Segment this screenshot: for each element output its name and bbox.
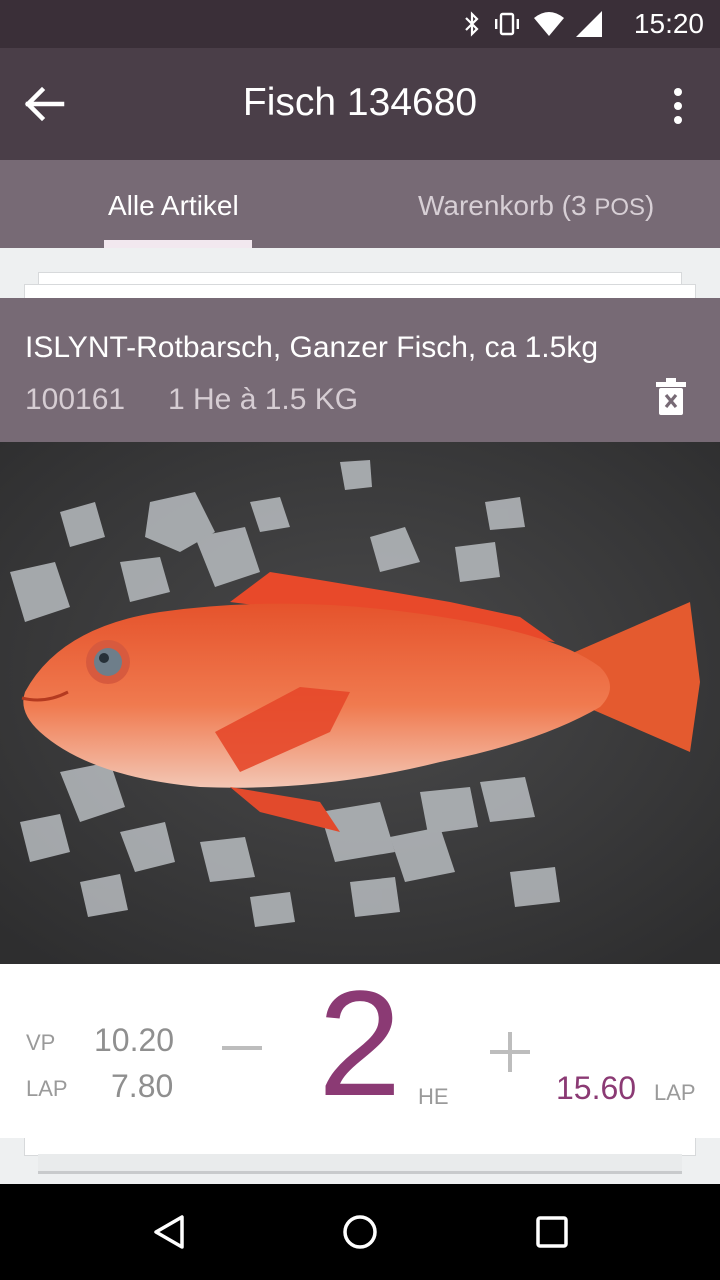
nav-recents-button[interactable] [532,1212,572,1252]
nav-back-icon [154,1215,184,1249]
tab-cart-pos: POS [594,194,646,221]
plus-icon-vertical [508,1032,512,1072]
article-name: ISLYNT-Rotbarsch, Ganzer Fisch, ca 1.5kg [25,331,599,364]
tab-bar: Alle Artikel Warenkorb (3 POS) [0,160,720,248]
status-icons [464,10,602,38]
page-title: Fisch 134680 [242,81,478,124]
cell-signal-icon [576,11,602,37]
article-number: 100161 [25,383,126,416]
quantity-unit: HE [418,1084,449,1109]
order-panel: VP 10.20 LAP 7.80 2 HE 15.60 LAP [0,959,720,1138]
more-vertical-icon [674,88,682,124]
lap-price: 7.80 [111,1068,174,1104]
product-photo [0,442,720,964]
app-bar: Fisch 134680 [0,48,720,160]
delete-icon [656,378,686,415]
bluetooth-icon [465,11,479,37]
vp-label: VP [26,1030,56,1055]
tab-cart-close: ) [645,190,655,221]
status-time: 15:20 [633,8,704,39]
nav-home-button[interactable] [340,1212,380,1252]
tab-cart-label: Warenkorb (3 [418,190,595,221]
tab-indicator [104,240,252,248]
vibrate-icon [495,12,519,36]
vp-price: 10.20 [94,1022,175,1058]
nav-home-icon [343,1215,377,1249]
card-stack-below-2 [38,1154,682,1174]
status-bar: 15:20 [0,0,720,48]
overflow-menu-button[interactable] [666,86,690,126]
total-label: LAP [654,1080,696,1105]
quantity-value[interactable]: 2 [318,958,401,1128]
tab-cart[interactable]: Warenkorb (3 POS) [418,188,654,224]
nav-recents-icon [536,1216,568,1248]
nav-back-button[interactable] [150,1212,190,1252]
total-price: 15.60 [556,1070,637,1106]
lap-label: LAP [26,1076,68,1101]
article-unit: 1 He à 1.5 KG [168,383,359,416]
tab-all-articles[interactable]: Alle Artikel [108,188,239,224]
system-nav-bar [0,1184,720,1280]
decrease-quantity-button[interactable] [222,1046,262,1050]
increase-quantity-button[interactable] [490,1032,530,1072]
delete-button[interactable] [656,378,686,416]
wifi-icon [534,12,564,36]
article-header: ISLYNT-Rotbarsch, Ganzer Fisch, ca 1.5kg… [0,298,720,442]
